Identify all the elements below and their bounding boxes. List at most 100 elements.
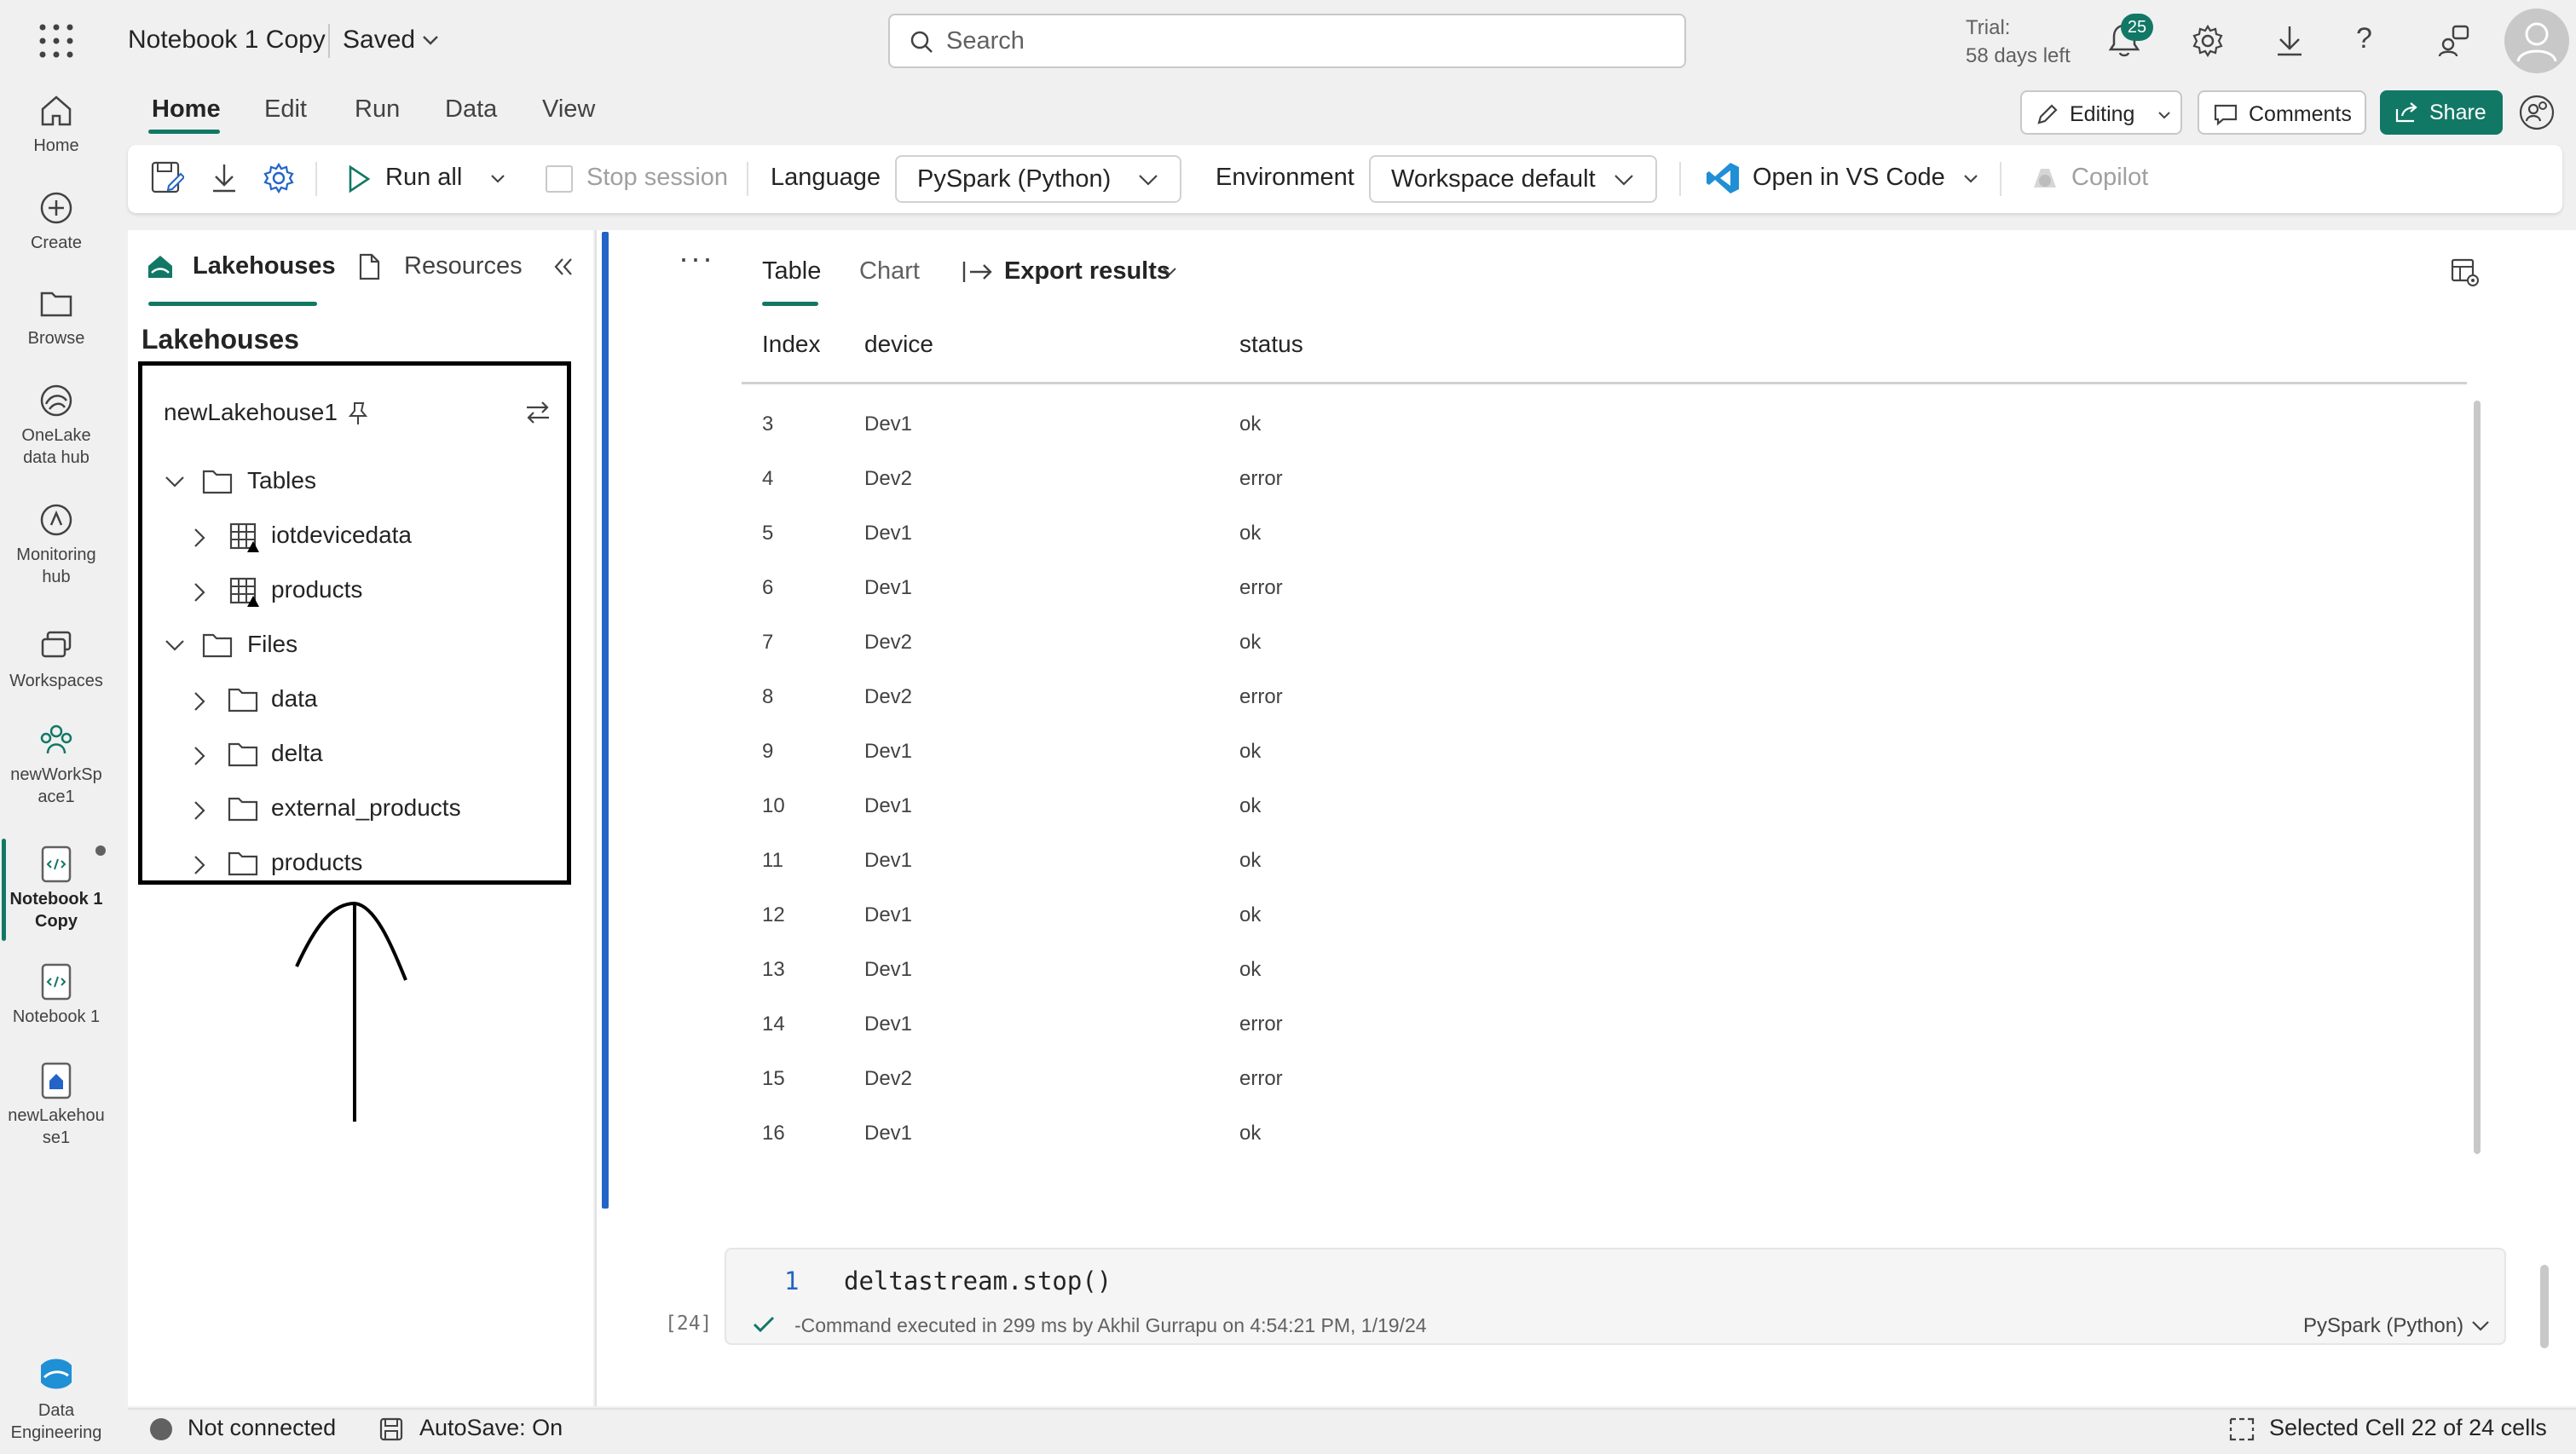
export-icon[interactable]	[962, 259, 994, 285]
download-icon[interactable]	[210, 162, 239, 194]
table-settings-icon[interactable]	[2450, 257, 2481, 288]
switch-lakehouse-icon[interactable]	[523, 399, 552, 426]
rail-label: newLakehou	[8, 1106, 105, 1125]
more-options-icon[interactable]: ···	[679, 240, 714, 276]
notebook-title[interactable]: Notebook 1 Copy	[128, 26, 326, 55]
chevron-right-icon[interactable]	[191, 799, 208, 822]
vscode-icon[interactable]	[1705, 160, 1741, 196]
download-icon[interactable]	[2274, 24, 2305, 58]
table-icon	[228, 522, 261, 554]
search-input[interactable]: Search	[888, 14, 1686, 68]
tree-item-folder[interactable]: products	[271, 849, 362, 876]
chevron-down-icon[interactable]	[164, 638, 186, 655]
cell-status: ok	[1239, 958, 1262, 981]
tab-home[interactable]: Home	[152, 95, 221, 124]
rail-item-monitoring[interactable]: Monitoring hub	[0, 501, 113, 588]
rail-item-create[interactable]: Create	[0, 189, 113, 254]
connection-status[interactable]: Not connected	[188, 1415, 336, 1441]
chevron-right-icon[interactable]	[191, 854, 208, 876]
collaborators-icon[interactable]	[2518, 94, 2556, 131]
tree-item-files[interactable]: Files	[247, 631, 297, 658]
rail-item-browse[interactable]: Browse	[0, 285, 113, 349]
rail-item-newworkspace1[interactable]: newWorkSp ace1	[0, 721, 113, 808]
feedback-icon[interactable]	[2436, 24, 2470, 58]
table-header-divider	[742, 382, 2467, 384]
tab-edit[interactable]: Edit	[264, 95, 307, 124]
tree-item-folder[interactable]: external_products	[271, 794, 461, 822]
export-results-button[interactable]: Export results	[1004, 257, 1170, 286]
tab-run[interactable]: Run	[355, 95, 400, 124]
gear-icon[interactable]	[2191, 24, 2225, 58]
settings-icon[interactable]	[263, 162, 295, 194]
saved-status[interactable]: Saved	[343, 26, 415, 55]
title-divider	[328, 24, 330, 58]
tab-resources[interactable]: Resources	[404, 252, 523, 280]
tab-view[interactable]: View	[542, 95, 595, 124]
cell-index: 7	[762, 631, 774, 654]
pin-icon[interactable]	[346, 401, 370, 426]
chevron-right-icon[interactable]	[191, 527, 208, 549]
open-in-vscode-button[interactable]: Open in VS Code	[1753, 164, 1945, 192]
cell-language-select[interactable]: PySpark (Python)	[2303, 1314, 2463, 1338]
column-header-index[interactable]: Index	[762, 331, 821, 358]
language-select[interactable]: PySpark (Python)	[895, 155, 1181, 203]
environment-select[interactable]: Workspace default	[1369, 155, 1657, 203]
tree-item-folder[interactable]: delta	[271, 740, 323, 767]
chevron-right-icon[interactable]	[191, 690, 208, 713]
app-launcher-icon[interactable]	[38, 22, 75, 60]
tree-item-table[interactable]: products	[271, 576, 362, 603]
chevron-down-icon[interactable]	[164, 474, 186, 491]
cell-status: ok	[1239, 794, 1262, 817]
editor-scrollbar[interactable]	[2540, 1265, 2549, 1348]
copilot-button[interactable]: Copilot	[2071, 164, 2148, 192]
table-row: 10 Dev1 ok	[742, 781, 2467, 835]
chevron-right-icon[interactable]	[191, 745, 208, 767]
rail-item-onelake[interactable]: OneLake data hub	[0, 382, 113, 469]
help-icon[interactable]: ?	[2356, 22, 2372, 55]
save-icon[interactable]	[150, 160, 184, 196]
tab-data[interactable]: Data	[445, 95, 497, 124]
lakehouse-name[interactable]: newLakehouse1	[164, 399, 338, 426]
folder-icon	[227, 849, 259, 878]
notebook-icon	[0, 845, 113, 883]
rail-item-data-engineering[interactable]: Data Engineering	[0, 1353, 113, 1444]
copilot-icon[interactable]	[2029, 164, 2061, 194]
rail-item-notebook1[interactable]: Notebook 1	[0, 963, 113, 1028]
chevron-down-icon[interactable]	[1962, 170, 1979, 188]
rail-item-notebook1-copy[interactable]: Notebook 1 Copy	[0, 845, 113, 932]
chevron-down-icon[interactable]	[1161, 264, 1178, 280]
rail-item-home[interactable]: Home	[0, 92, 113, 157]
editing-mode-button[interactable]: Editing	[2020, 90, 2182, 135]
collapse-panel-icon[interactable]	[552, 256, 575, 278]
stop-session-button[interactable]: Stop session	[586, 164, 728, 192]
run-all-button[interactable]: Run all	[385, 164, 462, 192]
tree-item-folder[interactable]: data	[271, 685, 318, 713]
chevron-down-icon[interactable]	[2470, 1318, 2491, 1335]
notification-badge: 25	[2121, 14, 2153, 41]
autosave-status[interactable]: AutoSave: On	[419, 1415, 563, 1441]
play-icon[interactable]	[346, 164, 372, 194]
table-row: 11 Dev1 ok	[742, 835, 2467, 890]
tree-item-tables[interactable]: Tables	[247, 467, 316, 494]
table-scrollbar[interactable]	[2474, 401, 2481, 1154]
share-button[interactable]: Share	[2380, 90, 2503, 135]
output-tab-table[interactable]: Table	[762, 257, 821, 286]
lakehouse-icon	[0, 1062, 113, 1099]
folder-icon	[201, 631, 234, 660]
avatar[interactable]	[2504, 9, 2569, 73]
editing-label: Editing	[2070, 102, 2135, 126]
home-icon	[0, 92, 113, 130]
tree-item-table[interactable]: iotdevicedata	[271, 522, 412, 549]
tab-lakehouses[interactable]: Lakehouses	[193, 252, 336, 280]
chevron-right-icon[interactable]	[191, 581, 208, 603]
table-row: 4 Dev2 error	[742, 453, 2467, 508]
code-editor[interactable]: deltastream.stop()	[844, 1266, 1112, 1295]
rail-item-workspaces[interactable]: Workspaces	[0, 627, 113, 692]
comments-button[interactable]: Comments	[2198, 90, 2366, 135]
output-tab-chart[interactable]: Chart	[859, 257, 920, 286]
rail-item-newlakehouse1[interactable]: newLakehou se1	[0, 1062, 113, 1149]
column-header-status[interactable]: status	[1239, 331, 1303, 358]
chevron-down-icon[interactable]	[421, 31, 440, 49]
chevron-down-icon[interactable]	[489, 170, 506, 188]
column-header-device[interactable]: device	[864, 331, 933, 358]
